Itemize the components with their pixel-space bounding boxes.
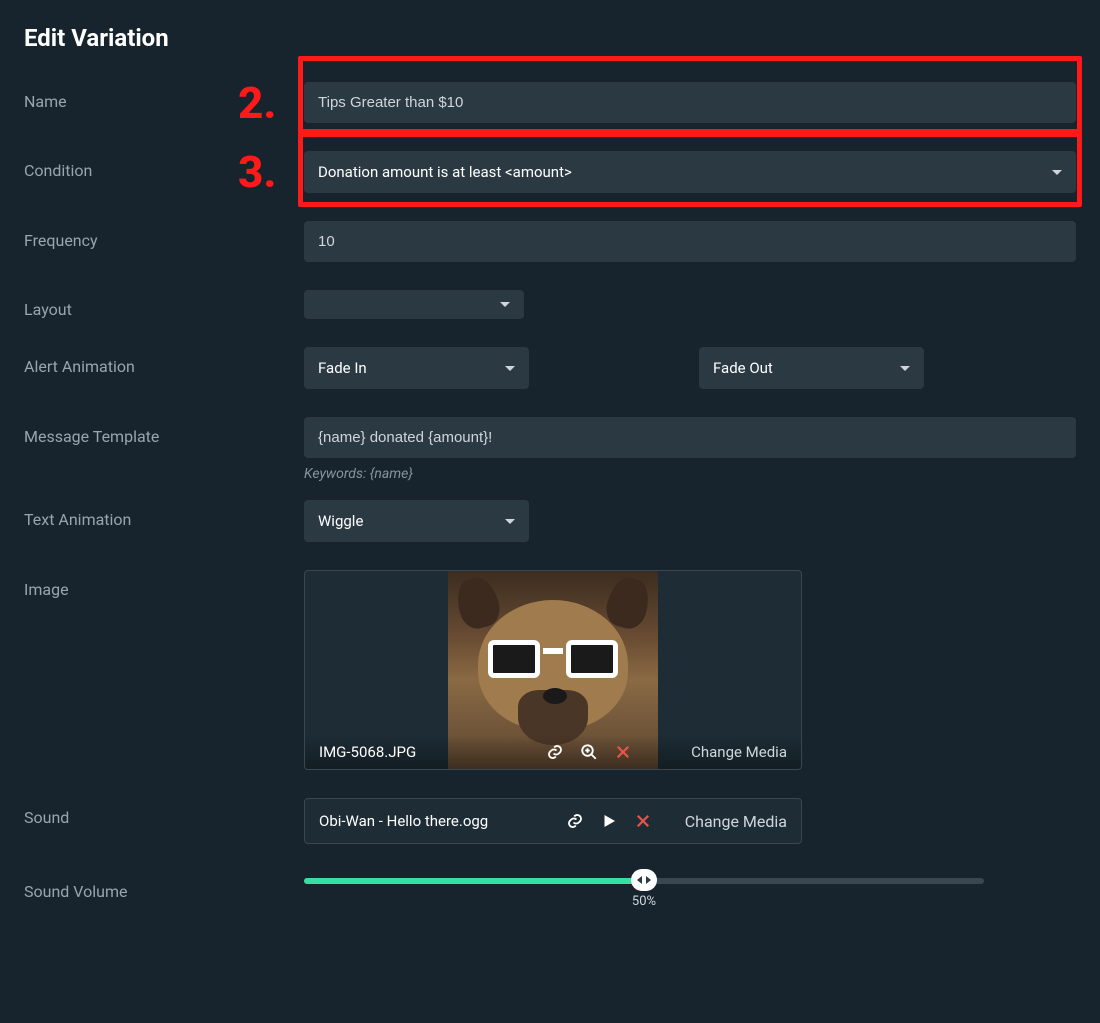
label-frequency: Frequency <box>24 221 304 250</box>
label-message-template: Message Template <box>24 417 304 446</box>
change-image-button[interactable]: Change Media <box>691 743 787 761</box>
zoom-in-icon[interactable] <box>579 742 599 762</box>
condition-dropdown[interactable]: Donation amount is at least <amount> <box>304 151 1076 193</box>
sound-media-box: Obi-Wan - Hello there.ogg Change Media <box>304 798 802 844</box>
label-sound: Sound <box>24 798 304 827</box>
slider-fill <box>304 878 644 884</box>
text-animation-value: Wiggle <box>318 512 363 530</box>
message-template-input[interactable] <box>304 417 1076 458</box>
link-icon[interactable] <box>545 742 565 762</box>
condition-value: Donation amount is at least <amount> <box>318 163 572 181</box>
text-animation-dropdown[interactable]: Wiggle <box>304 500 529 542</box>
label-image: Image <box>24 570 304 599</box>
volume-value: 50% <box>632 894 656 909</box>
change-sound-button[interactable]: Change Media <box>685 812 787 831</box>
chevron-down-icon <box>505 366 515 371</box>
chevron-down-icon <box>505 519 515 524</box>
animation-out-dropdown[interactable]: Fade Out <box>699 347 924 389</box>
remove-icon[interactable] <box>633 811 653 831</box>
label-alert-animation: Alert Animation <box>24 347 304 376</box>
label-sound-volume: Sound Volume <box>24 872 304 901</box>
image-filename: IMG-5068.JPG <box>319 743 416 761</box>
slider-thumb[interactable] <box>631 869 657 891</box>
frequency-input[interactable] <box>304 221 1076 262</box>
sound-filename: Obi-Wan - Hello there.ogg <box>319 812 488 830</box>
animation-in-dropdown[interactable]: Fade In <box>304 347 529 389</box>
image-media-box: IMG-5068.JPG Change Media <box>304 570 802 770</box>
remove-icon[interactable] <box>613 742 633 762</box>
animation-out-value: Fade Out <box>713 359 773 377</box>
link-icon[interactable] <box>565 811 585 831</box>
annotation-step-3: 3. <box>238 150 276 194</box>
label-layout: Layout <box>24 290 304 319</box>
page-title: Edit Variation <box>24 24 1076 52</box>
animation-in-value: Fade In <box>318 359 367 377</box>
layout-dropdown[interactable] <box>304 290 524 319</box>
chevron-down-icon <box>900 366 910 371</box>
play-icon[interactable] <box>599 811 619 831</box>
chevron-down-icon <box>1052 170 1062 175</box>
name-input[interactable] <box>304 82 1076 123</box>
annotation-step-2: 2. <box>238 81 276 125</box>
slider-track <box>304 878 984 884</box>
chevron-down-icon <box>500 302 510 307</box>
label-text-animation: Text Animation <box>24 500 304 529</box>
keywords-help: Keywords: {name} <box>304 466 1076 482</box>
volume-slider[interactable]: 50% <box>304 872 984 884</box>
